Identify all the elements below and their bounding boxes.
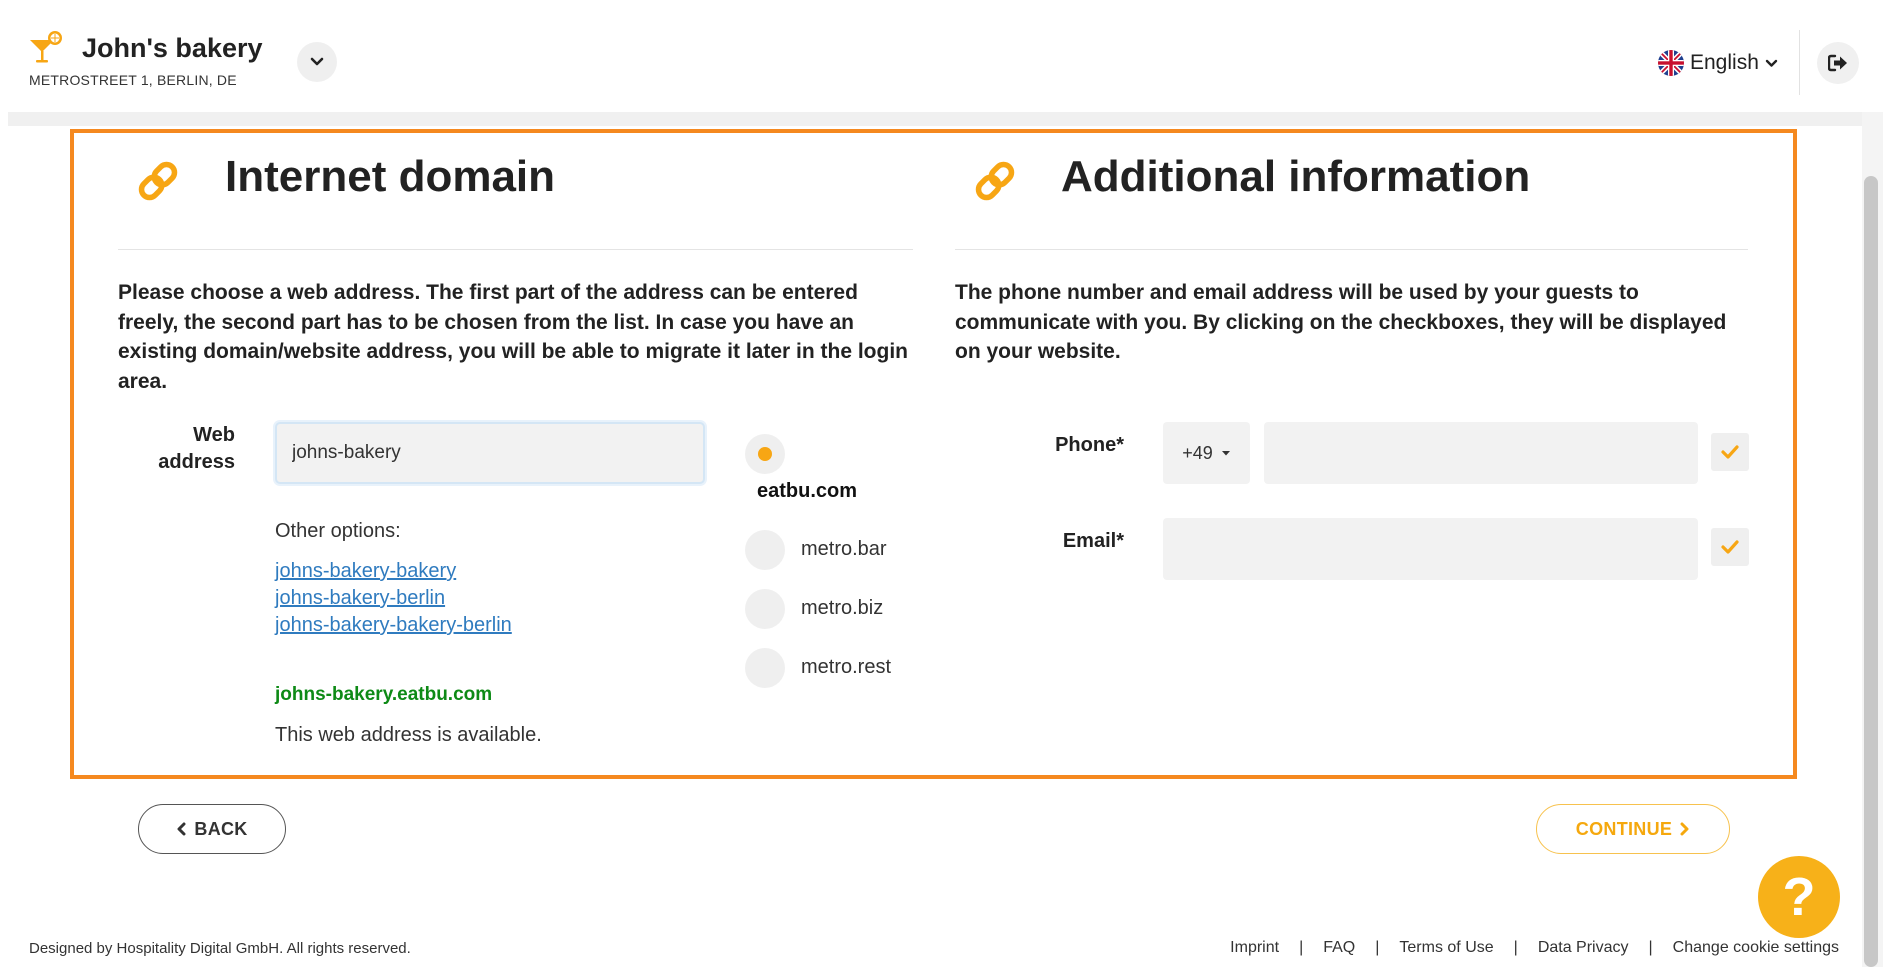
continue-button[interactable]: CONTINUE — [1536, 804, 1730, 854]
domain-label-metro-rest: metro.rest — [801, 656, 892, 678]
continue-button-label: CONTINUE — [1575, 818, 1673, 839]
section-divider — [955, 249, 1748, 250]
footer-link-faq[interactable]: FAQ — [1323, 939, 1355, 957]
footer-copyright: Designed by Hospitality Digital GmbH. Al… — [29, 940, 411, 957]
domain-label-metro-bar: metro.bar — [801, 538, 887, 560]
other-options-label: Other options: — [275, 520, 401, 542]
domain-label-metro-biz: metro.biz — [801, 597, 884, 619]
question-mark-icon: ? — [1782, 867, 1816, 927]
checkmark-icon — [1721, 445, 1739, 459]
caret-down-icon — [1221, 451, 1230, 456]
back-button[interactable]: BACK — [138, 804, 286, 854]
domain-radio-metro-bar[interactable] — [745, 530, 785, 570]
domain-radio-eatbu[interactable] — [745, 434, 785, 474]
option-link[interactable]: johns-bakery-bakery — [275, 560, 456, 583]
web-address-label: Web address — [158, 424, 235, 473]
email-display-checkbox[interactable] — [1711, 528, 1749, 566]
link-icon — [138, 161, 178, 201]
footer-separator: | — [1375, 939, 1380, 956]
footer-links: Imprint | FAQ | Terms of Use | Data Priv… — [1230, 939, 1839, 957]
cocktail-logo-icon — [30, 31, 62, 63]
email-label: Email* — [1062, 530, 1124, 552]
chevron-down-icon — [1765, 59, 1778, 67]
footer-link-privacy[interactable]: Data Privacy — [1538, 939, 1629, 957]
country-code-select[interactable]: +49 — [1163, 422, 1250, 484]
email-input[interactable] — [1163, 518, 1698, 580]
footer-link-terms[interactable]: Terms of Use — [1399, 939, 1493, 957]
business-address: METROSTREET 1, BERLIN, DE — [29, 72, 237, 88]
additional-info-title: Additional information — [1061, 152, 1531, 201]
footer-separator: | — [1299, 939, 1304, 956]
domain-radio-metro-biz[interactable] — [745, 589, 785, 629]
info-description: The phone number and email address will … — [955, 281, 1727, 363]
section-divider — [118, 249, 913, 250]
checkmark-icon — [1721, 540, 1739, 554]
business-switcher-button[interactable] — [297, 42, 337, 82]
language-label: English — [1690, 51, 1759, 74]
web-address-input[interactable] — [275, 422, 705, 484]
option-link[interactable]: johns-bakery-berlin — [275, 587, 445, 610]
domain-description: Please choose a web address. The first p… — [118, 281, 908, 393]
footer-separator: | — [1513, 939, 1518, 956]
app-header: John's bakery METROSTREET 1, BERLIN, DE … — [0, 0, 1883, 112]
footer-link-cookie-settings[interactable]: Change cookie settings — [1673, 939, 1839, 957]
country-code-value: +49 — [1182, 442, 1213, 463]
phone-label: Phone* — [1055, 434, 1124, 456]
option-link[interactable]: johns-bakery-bakery-berlin — [275, 614, 512, 637]
phone-display-checkbox[interactable] — [1711, 433, 1749, 471]
header-shadow-bar — [8, 112, 1866, 126]
chevron-left-icon — [177, 822, 186, 836]
link-icon — [975, 161, 1015, 201]
header-divider — [1799, 30, 1800, 95]
chevron-right-icon — [1680, 822, 1689, 836]
business-name: John's bakery — [82, 33, 263, 63]
sign-out-icon — [1828, 54, 1847, 72]
language-selector[interactable]: English — [1658, 46, 1778, 80]
scrollbar-thumb[interactable] — [1864, 176, 1878, 967]
chevron-down-icon — [310, 57, 324, 66]
uk-flag-icon — [1658, 50, 1684, 76]
footer-link-imprint[interactable]: Imprint — [1230, 939, 1279, 957]
logout-button[interactable] — [1817, 42, 1859, 84]
internet-domain-title: Internet domain — [225, 152, 556, 201]
help-button[interactable]: ? — [1758, 856, 1840, 938]
domain-label-eatbu: eatbu.com — [757, 480, 858, 502]
phone-input[interactable] — [1264, 422, 1698, 484]
available-domain: johns-bakery.eatbu.com — [275, 684, 493, 705]
footer-separator: | — [1648, 939, 1653, 956]
back-button-label: BACK — [194, 818, 248, 839]
domain-radio-metro-rest[interactable] — [745, 648, 785, 688]
availability-message: This web address is available. — [275, 724, 542, 746]
